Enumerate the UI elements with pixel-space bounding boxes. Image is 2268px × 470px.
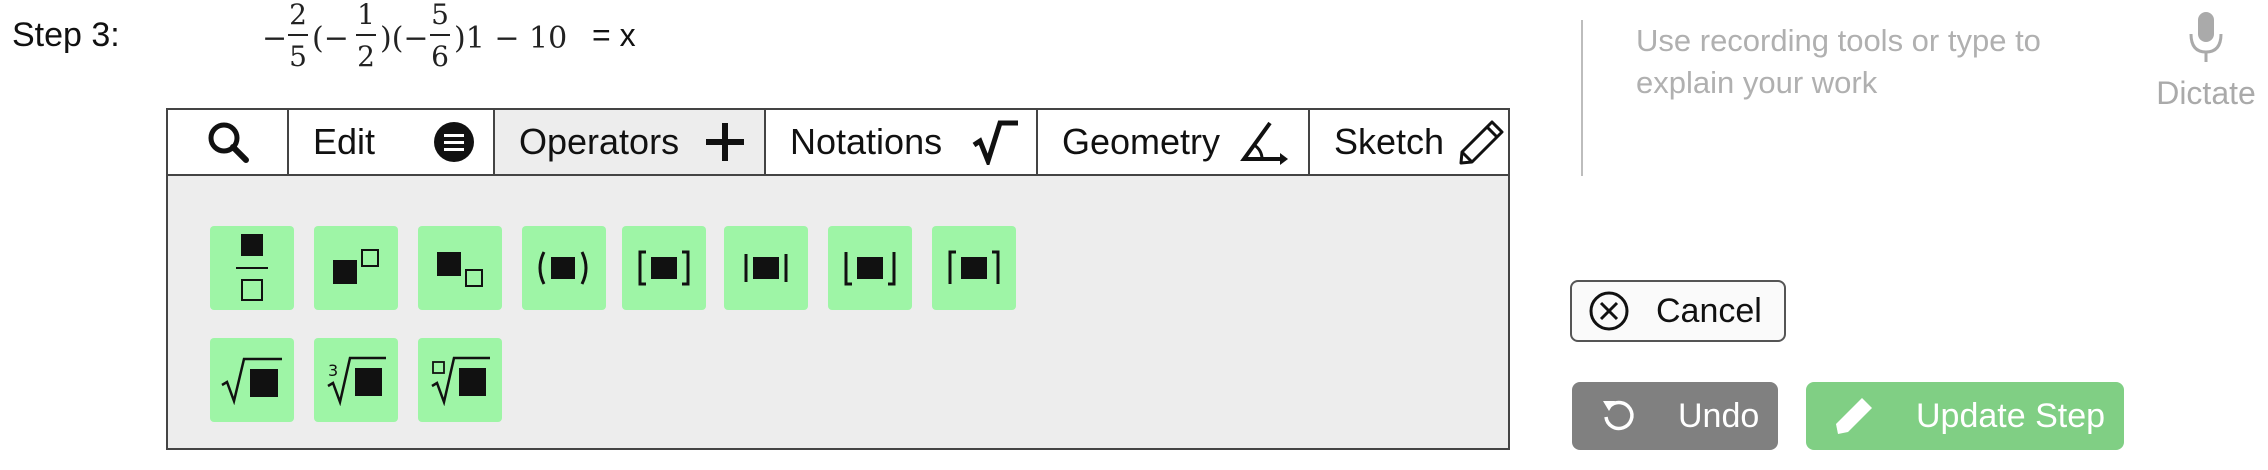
svg-text:)(−: )(− bbox=[380, 21, 429, 56]
svg-text:(−: (− bbox=[312, 21, 349, 56]
tab-label: Notations bbox=[790, 121, 943, 162]
fraction-numerator: 1 bbox=[357, 0, 375, 31]
tab-notations[interactable]: Notations bbox=[766, 110, 1038, 174]
parentheses-button[interactable] bbox=[522, 226, 606, 310]
dictate-label: Dictate bbox=[2156, 75, 2256, 111]
pencil-icon bbox=[1836, 398, 1872, 434]
cube-root-icon: 3 bbox=[327, 356, 386, 406]
tab-operators[interactable]: Operators bbox=[495, 110, 766, 174]
nth-root-icon bbox=[431, 356, 490, 406]
undo-label: Undo bbox=[1678, 396, 1760, 435]
fraction-denominator: 2 bbox=[357, 40, 375, 73]
fraction-button[interactable] bbox=[210, 226, 294, 310]
fraction-icon bbox=[236, 234, 268, 301]
nth-root-button[interactable] bbox=[418, 338, 502, 422]
equation-rhs: = x bbox=[592, 17, 636, 53]
pencil-icon bbox=[1459, 120, 1504, 165]
square-root-button[interactable] bbox=[210, 338, 294, 422]
tab-label: Edit bbox=[313, 121, 376, 162]
floor-icon bbox=[844, 252, 896, 286]
search-icon bbox=[208, 122, 249, 163]
svg-text:−: − bbox=[262, 21, 287, 56]
fraction-denominator: 6 bbox=[431, 40, 449, 73]
tab-label: Operators bbox=[519, 121, 680, 162]
step-equation[interactable]: − 2 5 (− 1 2 )(− 5 6 )1 − 10 bbox=[258, 0, 568, 80]
microphone-icon bbox=[2189, 12, 2223, 62]
brackets-button[interactable] bbox=[622, 226, 706, 310]
tab-label: Geometry bbox=[1062, 121, 1221, 162]
menu-icon bbox=[434, 122, 474, 162]
fraction-numerator: 2 bbox=[289, 0, 307, 31]
square-root-icon bbox=[221, 357, 282, 405]
tab-label: Sketch bbox=[1334, 121, 1445, 162]
fraction-numerator: 5 bbox=[431, 0, 449, 31]
cancel-button[interactable]: Cancel bbox=[1570, 280, 1786, 342]
sqrt-icon bbox=[972, 120, 1018, 165]
fraction-denominator: 5 bbox=[289, 40, 307, 73]
subscript-icon bbox=[437, 252, 483, 287]
tab-edit[interactable]: Edit bbox=[289, 110, 495, 174]
tab-sketch[interactable]: Sketch bbox=[1310, 110, 1508, 174]
root-index: 3 bbox=[328, 361, 338, 380]
superscript-button[interactable] bbox=[314, 226, 398, 310]
plus-icon bbox=[706, 123, 744, 161]
subscript-button[interactable] bbox=[418, 226, 502, 310]
floor-button[interactable] bbox=[828, 226, 912, 310]
explanation-input[interactable] bbox=[1636, 20, 2056, 140]
update-step-label: Update Step bbox=[1916, 396, 2106, 435]
undo-icon bbox=[1603, 400, 1634, 431]
editor-tab-bar: Edit Operators Notations Geometry Sketch bbox=[168, 110, 1508, 176]
update-step-button[interactable]: Update Step bbox=[1806, 382, 2124, 450]
close-circle-icon bbox=[1589, 291, 1629, 331]
superscript-icon bbox=[333, 249, 379, 284]
dictate-button[interactable]: Dictate bbox=[2146, 10, 2266, 120]
absolute-value-icon bbox=[744, 254, 788, 282]
parentheses-icon bbox=[538, 251, 588, 285]
cube-root-button[interactable]: 3 bbox=[314, 338, 398, 422]
step-label: Step 3: bbox=[12, 16, 120, 54]
undo-button[interactable]: Undo bbox=[1572, 382, 1778, 450]
absolute-value-button[interactable] bbox=[724, 226, 808, 310]
ceiling-icon bbox=[948, 250, 1000, 284]
brackets-icon bbox=[638, 250, 690, 286]
tab-geometry[interactable]: Geometry bbox=[1038, 110, 1310, 174]
equation-tail: )1 − 10 bbox=[454, 21, 567, 56]
tab-search[interactable] bbox=[168, 110, 289, 174]
panel-divider bbox=[1581, 20, 1583, 176]
ceiling-button[interactable] bbox=[932, 226, 1016, 310]
cancel-label: Cancel bbox=[1656, 291, 1762, 330]
angle-icon bbox=[1240, 121, 1288, 165]
math-editor: Edit Operators Notations Geometry Sketch… bbox=[166, 108, 1510, 450]
